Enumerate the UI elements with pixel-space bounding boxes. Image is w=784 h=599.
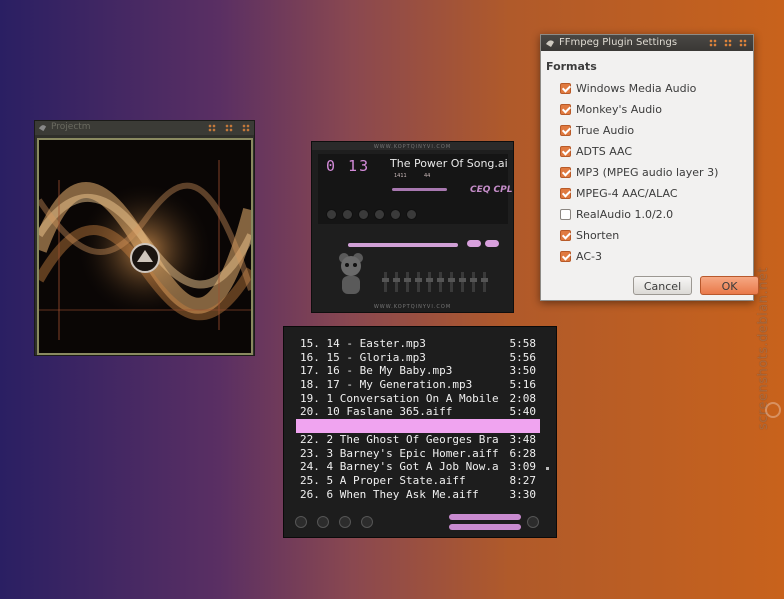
list-item-selected[interactable] — [296, 419, 540, 433]
transport-controls — [326, 209, 417, 220]
format-option[interactable]: AC-3 — [560, 246, 718, 267]
time-display[interactable]: 0 13 — [326, 157, 370, 175]
list-item[interactable]: 19. 1 Conversation On A Mobile... 2:08 — [296, 392, 540, 406]
play-button[interactable] — [342, 209, 353, 220]
eq-slider[interactable] — [393, 272, 400, 292]
seek-bar[interactable] — [348, 243, 458, 247]
list-options-button[interactable] — [527, 516, 539, 528]
eq-slider[interactable] — [415, 272, 422, 292]
previous-button[interactable] — [326, 209, 337, 220]
cancel-button[interactable]: Cancel — [633, 276, 692, 295]
equalizer-sliders — [382, 272, 488, 292]
format-option[interactable]: Monkey's Audio — [560, 99, 718, 120]
visualizer-titlebar[interactable]: Projectm — [35, 121, 254, 135]
format-checkbox[interactable] — [560, 251, 571, 262]
eq-slider[interactable] — [437, 272, 444, 292]
eq-slider[interactable] — [448, 272, 455, 292]
stop-button[interactable] — [374, 209, 385, 220]
list-item[interactable]: 18. 17 - My Generation.mp3 5:16 — [296, 378, 540, 392]
playlist-window[interactable]: 15. 14 - Easter.mp3 5:58 16. 15 - Gloria.… — [283, 326, 557, 538]
add-file-button[interactable] — [295, 516, 307, 528]
maximize-icon[interactable] — [225, 124, 233, 132]
minimize-icon[interactable] — [208, 124, 216, 132]
eq-slider[interactable] — [426, 272, 433, 292]
eject-button[interactable] — [406, 209, 417, 220]
format-checkbox[interactable] — [560, 188, 571, 199]
format-option[interactable]: MPEG-4 AAC/ALAC — [560, 183, 718, 204]
app-icon — [546, 40, 554, 47]
select-button[interactable] — [339, 516, 351, 528]
maximize-icon[interactable] — [724, 39, 732, 47]
eq-slider[interactable] — [470, 272, 477, 292]
format-checkbox[interactable] — [560, 83, 571, 94]
format-checkbox[interactable] — [560, 146, 571, 157]
format-option[interactable]: ADTS AAC — [560, 141, 718, 162]
list-item[interactable]: 15. 14 - Easter.mp3 5:58 — [296, 337, 540, 351]
ffmpeg-settings-dialog[interactable]: FFmpeg Plugin Settings Formats Windows M… — [540, 34, 759, 301]
mode-indicator: CEQ CPL — [470, 185, 513, 195]
format-option[interactable]: True Audio — [560, 120, 718, 141]
equalizer-toggle[interactable] — [467, 240, 481, 247]
misc-button[interactable] — [361, 516, 373, 528]
playlist-list[interactable]: 15. 14 - Easter.mp3 5:58 16. 15 - Gloria.… — [296, 337, 540, 509]
volume-slider[interactable] — [392, 188, 447, 191]
playlist-time-display — [449, 514, 521, 520]
eq-slider[interactable] — [481, 272, 488, 292]
song-title: The Power Of Song.aiff — [390, 157, 508, 170]
format-option[interactable]: MP3 (MPEG audio layer 3) — [560, 162, 718, 183]
close-icon[interactable] — [739, 39, 747, 47]
visualizer-window[interactable]: Projectm — [34, 120, 255, 356]
list-item[interactable]: 17. 16 - Be My Baby.mp3 3:50 — [296, 364, 540, 378]
format-option[interactable]: RealAudio 1.0/2.0 — [560, 204, 718, 225]
formats-heading: Formats — [546, 60, 597, 73]
minimize-icon[interactable] — [709, 39, 717, 47]
list-item[interactable]: 23. 3 Barney's Epic Homer.aiff 6:28 — [296, 447, 540, 461]
bitrate: 1411 — [394, 173, 407, 179]
format-option[interactable]: Shorten — [560, 225, 718, 246]
dialog-titlebar[interactable]: FFmpeg Plugin Settings — [541, 35, 753, 51]
eq-slider[interactable] — [404, 272, 411, 292]
dialog-title: FFmpeg Plugin Settings — [559, 37, 678, 48]
format-checkbox[interactable] — [560, 104, 571, 115]
watermark-logo-icon — [765, 402, 781, 418]
player-window[interactable]: WWW.KOPTQINYVI.COM 0 13 The Power Of Son… — [311, 141, 514, 313]
app-icon — [38, 125, 47, 132]
format-option[interactable]: Windows Media Audio — [560, 78, 718, 99]
player-brand-top: WWW.KOPTQINYVI.COM — [373, 144, 452, 150]
remove-file-button[interactable] — [317, 516, 329, 528]
player-brand-bottom: WWW.KOPTQINYVI.COM — [373, 304, 452, 310]
list-item[interactable]: 20. 10 Faslane 365.aiff 5:40 — [296, 405, 540, 419]
list-item[interactable]: 22. 2 The Ghost Of Georges Bra... 3:48 — [296, 433, 540, 447]
format-checkbox[interactable] — [560, 125, 571, 136]
visualization-canvas — [37, 138, 253, 355]
close-icon[interactable] — [242, 124, 250, 132]
samplerate: 44 — [424, 173, 431, 179]
formats-list: Windows Media Audio Monkey's Audio True … — [560, 78, 718, 267]
visualizer-title: Projectm — [51, 122, 91, 132]
playlist-mini-controls[interactable] — [449, 524, 521, 530]
playlist-scroll-indicator[interactable] — [546, 467, 549, 470]
bear-mascot-icon — [339, 253, 363, 294]
pause-button[interactable] — [358, 209, 369, 220]
list-item[interactable]: 26. 6 When They Ask Me.aiff 3:30 — [296, 488, 540, 502]
format-checkbox[interactable] — [560, 230, 571, 241]
playlist-toggle[interactable] — [485, 240, 499, 247]
list-item[interactable]: 24. 4 Barney's Got A Job Now.a... 3:09 — [296, 460, 540, 474]
eq-slider[interactable] — [459, 272, 466, 292]
next-button[interactable] — [390, 209, 401, 220]
ok-button[interactable]: OK — [700, 276, 759, 295]
format-checkbox[interactable] — [560, 209, 571, 220]
format-checkbox[interactable] — [560, 167, 571, 178]
visualization-graphic — [39, 140, 251, 353]
list-item[interactable]: 16. 15 - Gloria.mp3 5:56 — [296, 351, 540, 365]
eq-slider[interactable] — [382, 272, 389, 292]
screenshots-watermark: screenshots.debian.net — [756, 267, 771, 430]
list-item[interactable]: 25. 5 A Proper State.aiff 8:27 — [296, 474, 540, 488]
